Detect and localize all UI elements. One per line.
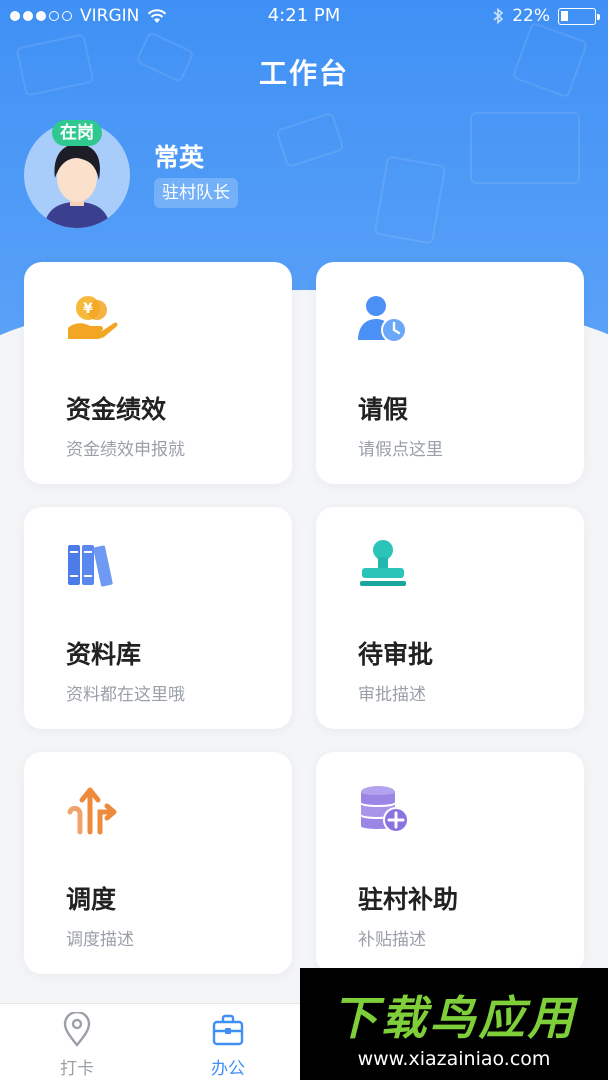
dispatch-arrows-icon (67, 787, 117, 835)
on-duty-badge: 在岗 (52, 120, 102, 146)
card-title: 待审批 (358, 640, 434, 669)
battery-percent: 22% (512, 6, 550, 26)
card-village-subsidy[interactable]: 驻村补助 补贴描述 (316, 752, 584, 974)
briefcase-icon (212, 1014, 244, 1046)
watermark-logo-text: 下载鸟应用 (331, 991, 577, 1045)
card-pending-approval[interactable]: 待审批 审批描述 (316, 507, 584, 729)
watermark-url: www.xiazainiao.com (357, 1048, 551, 1070)
card-title: 请假 (358, 395, 409, 424)
bluetooth-icon (493, 7, 504, 25)
card-title: 资金绩效 (66, 395, 167, 424)
stamp-icon (360, 540, 406, 586)
card-desc: 请假点这里 (358, 440, 443, 460)
user-name: 常英 (154, 143, 205, 172)
coin-stack-plus-icon (361, 786, 409, 833)
location-pin-icon (63, 1012, 91, 1047)
status-right: 22% (492, 6, 600, 26)
card-desc: 资料都在这里哦 (66, 685, 185, 705)
tab-label: 打卡 (60, 1059, 94, 1079)
card-dispatch[interactable]: 调度 调度描述 (24, 752, 292, 974)
card-title: 调度 (66, 885, 117, 914)
card-fund-performance[interactable]: ¥ 资金绩效 资金绩效申报就 (24, 262, 292, 484)
tab-check-in[interactable]: 打卡 (22, 1004, 132, 1080)
card-desc: 调度描述 (66, 930, 134, 950)
card-desc: 审批描述 (358, 685, 426, 705)
card-document-library[interactable]: 资料库 资料都在这里哦 (24, 507, 292, 729)
coin-hand-icon: ¥ (68, 296, 118, 339)
tab-label: 办公 (211, 1059, 245, 1079)
card-title: 驻村补助 (358, 885, 459, 914)
card-title: 资料库 (66, 640, 142, 669)
card-desc: 补贴描述 (358, 930, 426, 950)
watermark-logo: 下载鸟应用 www.xiazainiao.com (300, 968, 608, 1080)
status-bar: VIRGIN 4:21 PM 22% (0, 0, 608, 34)
svg-text:¥: ¥ (83, 301, 93, 317)
battery-icon (558, 7, 600, 25)
card-leave-request[interactable]: 请假 请假点这里 (316, 262, 584, 484)
page-title: 工作台 (258, 57, 349, 90)
books-icon (68, 545, 113, 587)
card-desc: 资金绩效申报就 (66, 440, 185, 460)
user-role-tag: 驻村队长 (154, 178, 238, 208)
user-clock-icon (358, 296, 407, 343)
tab-office[interactable]: 办公 (173, 1004, 283, 1080)
